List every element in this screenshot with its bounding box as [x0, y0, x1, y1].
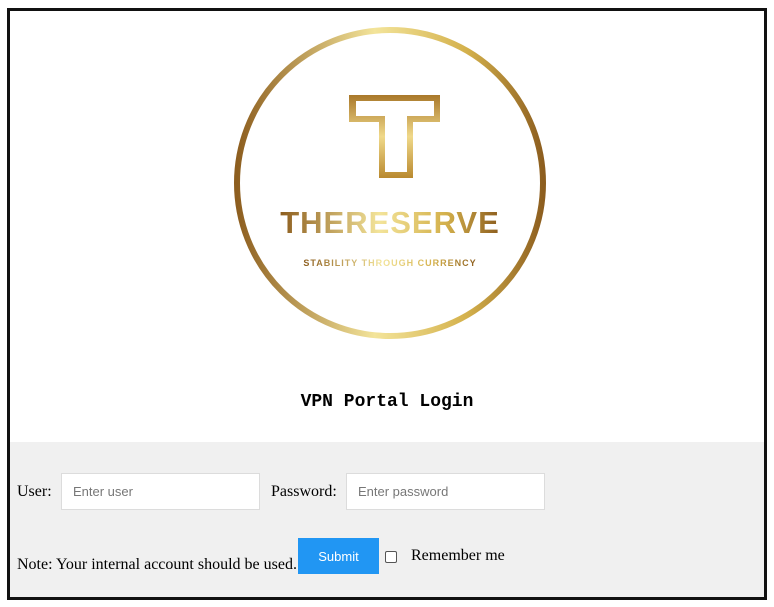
- t-monogram-icon: [349, 95, 440, 178]
- brand-tagline: STABILITY THROUGH CURRENCY: [303, 258, 476, 268]
- submit-button[interactable]: Submit: [298, 538, 379, 574]
- password-label: Password:: [271, 483, 337, 500]
- user-label: User:: [17, 483, 52, 500]
- account-note: Note: Your internal account should be us…: [17, 556, 297, 573]
- remember-me-label: Remember me: [411, 547, 505, 564]
- login-form-panel: [7, 442, 767, 600]
- user-input[interactable]: [61, 473, 260, 510]
- page-title: VPN Portal Login: [300, 392, 474, 412]
- brand-name: THERESERVE: [280, 205, 500, 240]
- password-input[interactable]: [346, 473, 545, 510]
- thereserve-logo: THERESERVE STABILITY THROUGH CURRENCY: [232, 25, 548, 341]
- remember-me-checkbox[interactable]: [385, 551, 397, 563]
